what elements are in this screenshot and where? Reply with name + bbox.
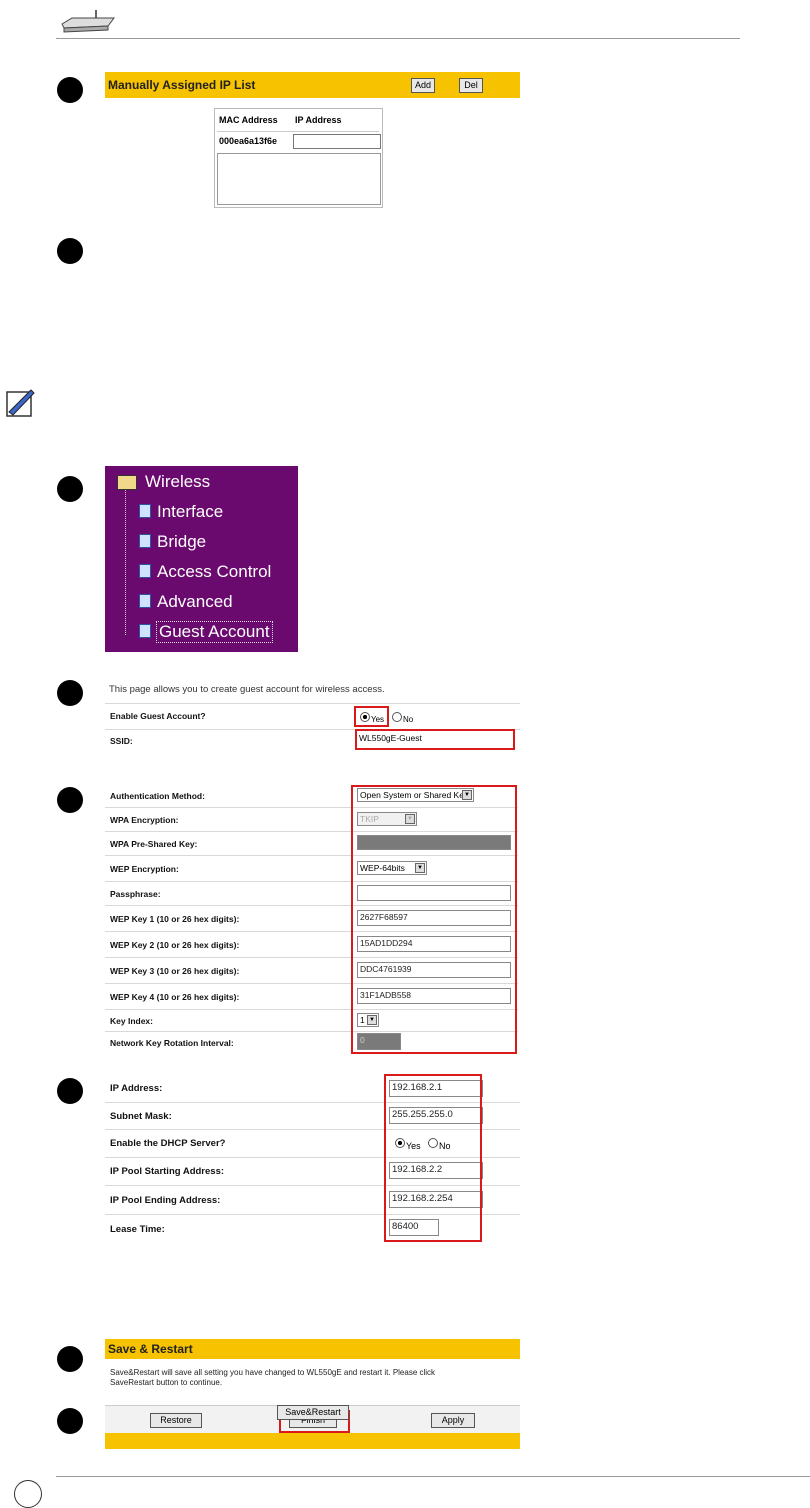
highlight-box [351, 785, 517, 1054]
page-icon [139, 594, 151, 608]
ssid-label: SSID: [110, 736, 133, 746]
ip-list-box[interactable] [217, 153, 381, 205]
save-restart-text1: Save&Restart will save all setting you h… [110, 1368, 436, 1377]
enable-guest-label: Enable Guest Account? [110, 711, 206, 721]
highlight-box [354, 706, 389, 727]
ip-address-header: IP Address [295, 115, 342, 125]
page-icon [139, 534, 151, 548]
menu-root-wireless[interactable]: Wireless [145, 472, 210, 492]
mac-address-value: 000ea6a13f6e [219, 136, 278, 146]
wpa-encryption-label: WPA Encryption: [110, 815, 179, 825]
ip-list-title: Manually Assigned IP List [108, 78, 256, 92]
step-bullet [57, 1408, 83, 1434]
highlight-box [384, 1074, 482, 1242]
key-index-label: Key Index: [110, 1016, 153, 1026]
ip-address-input[interactable] [293, 134, 381, 149]
wep-encryption-label: WEP Encryption: [110, 864, 179, 874]
ip-list-header: Manually Assigned IP List Add Del [105, 72, 520, 98]
page-icon [139, 504, 151, 518]
footer-rule [56, 1476, 810, 1477]
save-restart-text2: SaveRestart button to continue. [110, 1378, 223, 1387]
wep-key3-label: WEP Key 3 (10 or 26 hex digits): [110, 966, 240, 976]
step-bullet [57, 1346, 83, 1372]
ip-address-label: IP Address: [110, 1083, 163, 1094]
passphrase-label: Passphrase: [110, 889, 161, 899]
menu-item-guest-account[interactable]: Guest Account [156, 621, 273, 643]
page-number-badge [14, 1480, 42, 1508]
step-bullet [57, 680, 83, 706]
header-rule [56, 38, 740, 39]
router-logo-icon [58, 8, 118, 34]
folder-icon [117, 475, 137, 490]
subnet-mask-label: Subnet Mask: [110, 1111, 172, 1122]
key-rotation-label: Network Key Rotation Interval: [110, 1038, 234, 1048]
step-bullet [57, 1078, 83, 1104]
page-icon [139, 624, 151, 638]
menu-item-access-control[interactable]: Access Control [157, 562, 271, 582]
menu-item-interface[interactable]: Interface [157, 502, 223, 522]
wireless-menu: Wireless Interface Bridge Access Control… [105, 466, 298, 652]
auth-method-label: Authentication Method: [110, 791, 205, 801]
mac-address-header: MAC Address [219, 115, 278, 125]
add-button[interactable]: Add [411, 78, 435, 93]
guest-intro: This page allows you to create guest acc… [109, 684, 385, 695]
guest-no-label: No [403, 715, 414, 724]
pool-end-label: IP Pool Ending Address: [110, 1195, 221, 1206]
ip-list-table: MAC Address IP Address 000ea6a13f6e [214, 108, 383, 208]
save-restart-title: Save & Restart [108, 1342, 193, 1356]
wpa-psk-label: WPA Pre-Shared Key: [110, 839, 198, 849]
pool-start-label: IP Pool Starting Address: [110, 1166, 225, 1177]
save-restart-button[interactable]: Save&Restart [277, 1405, 349, 1420]
note-icon [3, 386, 37, 420]
highlight-box [355, 729, 515, 750]
save-restart-header: Save & Restart [105, 1339, 520, 1359]
page-icon [139, 564, 151, 578]
wep-key1-label: WEP Key 1 (10 or 26 hex digits): [110, 914, 240, 924]
wep-key4-label: WEP Key 4 (10 or 26 hex digits): [110, 992, 240, 1002]
menu-item-advanced[interactable]: Advanced [157, 592, 233, 612]
wep-key2-label: WEP Key 2 (10 or 26 hex digits): [110, 940, 240, 950]
step-bullet [57, 77, 83, 103]
step-bullet [57, 476, 83, 502]
dhcp-server-label: Enable the DHCP Server? [110, 1138, 226, 1149]
step-bullet [57, 238, 83, 264]
menu-item-bridge[interactable]: Bridge [157, 532, 206, 552]
lease-time-label: Lease Time: [110, 1224, 165, 1235]
step-bullet [57, 787, 83, 813]
save-restart-panel: Save & Restart Save&Restart will save al… [105, 1339, 520, 1436]
guest-no-radio[interactable] [392, 712, 402, 722]
del-button[interactable]: Del [459, 78, 483, 93]
